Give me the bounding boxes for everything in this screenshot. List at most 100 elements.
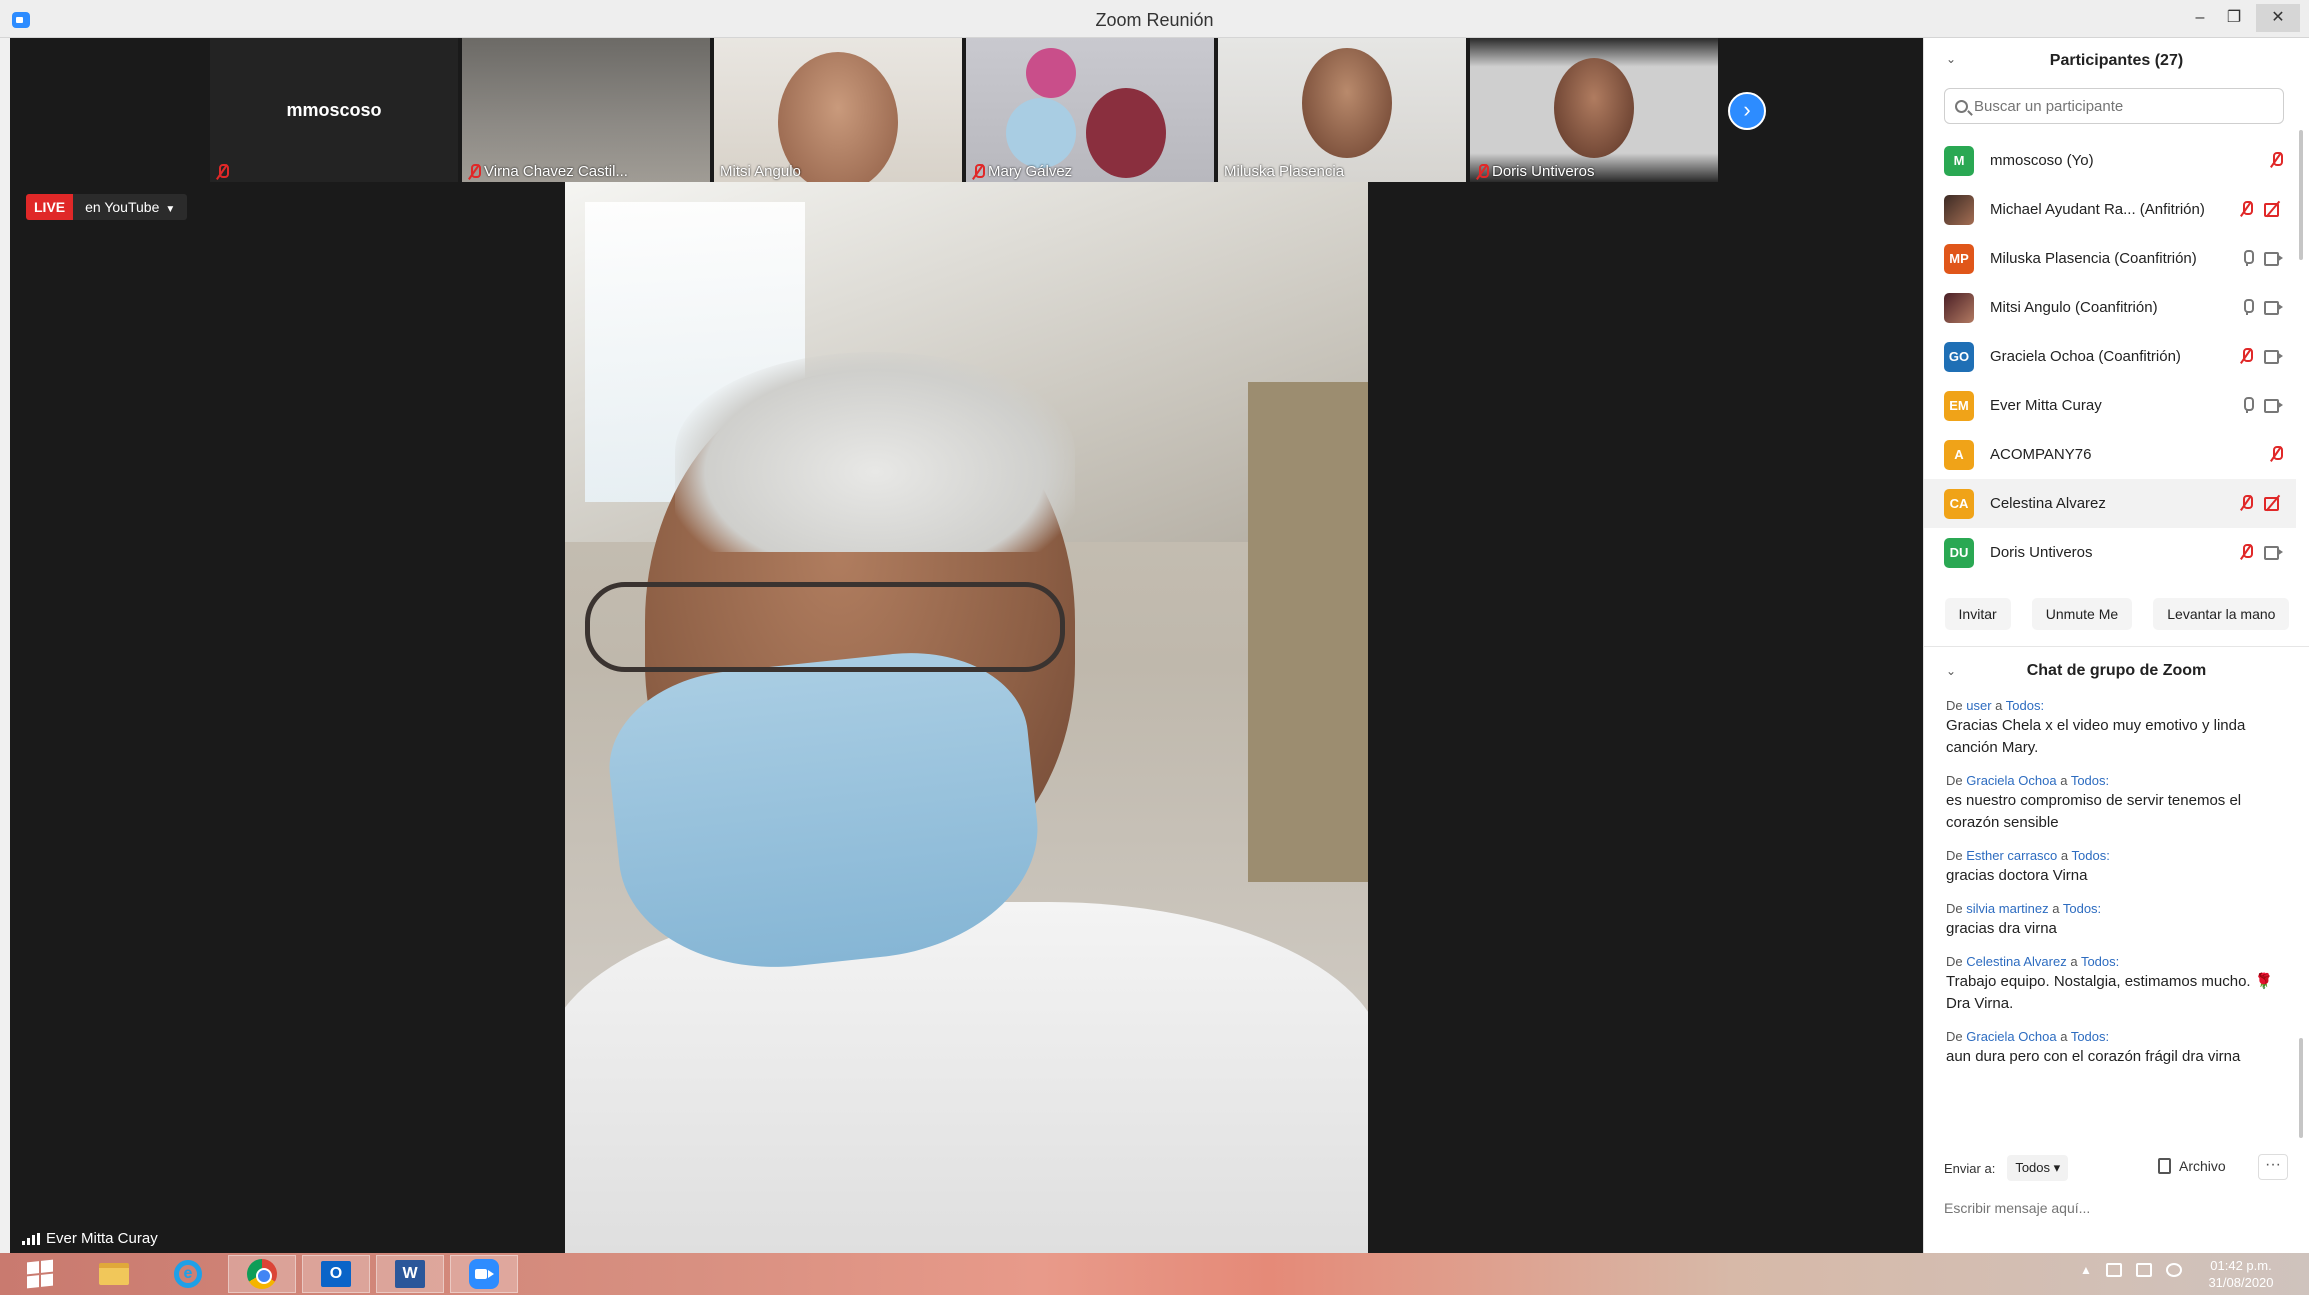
- video-stage: mmoscoso Virna Chavez Castil... Mitsi An…: [10, 38, 1923, 1253]
- participant-row[interactable]: CA Celestina Alvarez: [1924, 479, 2296, 528]
- clock-time: 01:42 p.m.: [2210, 1258, 2272, 1273]
- participant-row[interactable]: Michael Ayudant Ra... (Anfitrión): [1924, 185, 2296, 234]
- message-sender[interactable]: silvia martinez: [1966, 901, 2048, 916]
- taskbar-file-explorer[interactable]: [80, 1255, 148, 1293]
- participant-status: [2240, 544, 2283, 560]
- participant-name: mmoscoso (Yo): [1990, 152, 2094, 169]
- chat-message-input[interactable]: [1944, 1188, 2284, 1228]
- participant-name: Mary Gálvez: [988, 163, 1073, 180]
- message-text: es nuestro compromiso de servir tenemos …: [1946, 792, 2242, 831]
- participant-row[interactable]: GO Graciela Ochoa (Coanfitrión): [1924, 332, 2296, 381]
- taskbar-word[interactable]: W: [376, 1255, 444, 1293]
- thumbnail-doris[interactable]: Doris Untiveros: [1470, 38, 1718, 182]
- camera-icon: [2264, 252, 2283, 266]
- thumbnail-mitsi[interactable]: Mitsi Angulo: [714, 38, 962, 182]
- message-header: De Graciela Ochoa a Todos:: [1946, 1029, 2276, 1044]
- participant-name: Graciela Ochoa (Coanfitrión): [1990, 348, 2181, 365]
- live-destination[interactable]: en YouTube ▼: [73, 194, 188, 220]
- thumbnail-label: Doris Untiveros: [1476, 163, 1595, 180]
- participant-name: Miluska Plasencia (Coanfitrión): [1990, 250, 2197, 267]
- participant-face: [1302, 48, 1392, 158]
- participant-face: [1554, 58, 1634, 158]
- chat-title: Chat de grupo de Zoom: [2026, 662, 2207, 679]
- avatar: GO: [1944, 341, 1974, 372]
- message-text: Gracias Chela x el video muy emotivo y l…: [1946, 717, 2246, 756]
- camera-icon: [2264, 301, 2283, 315]
- thumbnail-virna[interactable]: Virna Chavez Castil...: [462, 38, 710, 182]
- participant-name: Ever Mitta Curay: [1990, 397, 2102, 414]
- chat-message: De Esther carrasco a Todos: gracias doct…: [1946, 848, 2276, 887]
- participant-search[interactable]: [1944, 88, 2284, 124]
- participant-name: Mitsi Angulo (Coanfitrión): [1990, 299, 2158, 316]
- taskbar-outlook[interactable]: O: [302, 1255, 370, 1293]
- maximize-button[interactable]: ❐: [2212, 4, 2256, 32]
- from-prefix: De: [1946, 1029, 1963, 1044]
- mic-muted-icon: [468, 163, 481, 180]
- thumbnail-mary[interactable]: Mary Gálvez: [966, 38, 1214, 182]
- chat-scrollbar[interactable]: [2299, 1038, 2303, 1138]
- participant-row[interactable]: M mmoscoso (Yo): [1924, 136, 2296, 185]
- participants-header: ⌄ Participantes (27): [1924, 52, 2309, 76]
- tray-expand-icon[interactable]: ▲: [2080, 1263, 2092, 1277]
- signal-strength-icon: [22, 1232, 40, 1245]
- collapse-icon[interactable]: ⌄: [1946, 52, 1956, 66]
- unmute-me-button[interactable]: Unmute Me: [2031, 598, 2133, 630]
- file-label: Archivo: [2179, 1158, 2226, 1174]
- mic-muted-icon: [1476, 163, 1489, 180]
- taskbar-chrome[interactable]: [228, 1255, 296, 1293]
- taskbar-internet-explorer[interactable]: e: [154, 1255, 222, 1293]
- live-stream-badge[interactable]: LIVE en YouTube ▼: [26, 194, 188, 220]
- thumbnail-label: Mary Gálvez: [972, 163, 1072, 180]
- avatar: MP: [1944, 243, 1974, 274]
- message-recipient[interactable]: Todos:: [2081, 954, 2119, 969]
- participants-scrollbar[interactable]: [2299, 130, 2303, 260]
- mic-muted-icon: [2240, 348, 2253, 364]
- collapse-icon[interactable]: ⌄: [1946, 664, 1956, 678]
- message-sender[interactable]: user: [1966, 698, 1991, 713]
- camera-icon: [2264, 350, 2283, 364]
- message-sender[interactable]: Esther carrasco: [1966, 848, 2057, 863]
- message-sender[interactable]: Graciela Ochoa: [1966, 1029, 2056, 1044]
- message-text: gracias dra virna: [1946, 920, 2057, 937]
- message-recipient[interactable]: Todos:: [2006, 698, 2044, 713]
- camera-off-icon: [2264, 202, 2282, 217]
- participant-row[interactable]: DU Doris Untiveros: [1924, 528, 2296, 577]
- volume-icon[interactable]: [2165, 1263, 2182, 1277]
- recipient-dropdown[interactable]: Todos ▾: [2007, 1155, 2069, 1181]
- message-sender[interactable]: Celestina Alvarez: [1966, 954, 2066, 969]
- thumbnail-mmoscoso[interactable]: mmoscoso: [210, 38, 458, 182]
- close-button[interactable]: ✕: [2256, 4, 2300, 32]
- thumbnail-miluska[interactable]: Miluska Plasencia: [1218, 38, 1466, 182]
- thumbnail-strip: mmoscoso Virna Chavez Castil... Mitsi An…: [210, 38, 1718, 182]
- participant-row[interactable]: EM Ever Mitta Curay: [1924, 381, 2296, 430]
- mic-icon: [2242, 299, 2254, 315]
- send-to-label: Enviar a:: [1944, 1160, 1996, 1176]
- message-header: De Graciela Ochoa a Todos:: [1946, 773, 2276, 788]
- taskbar-zoom[interactable]: [450, 1255, 518, 1293]
- message-header: De silvia martinez a Todos:: [1946, 901, 2276, 916]
- search-input[interactable]: [1974, 97, 2264, 115]
- message-sender[interactable]: Graciela Ochoa: [1966, 773, 2056, 788]
- start-button[interactable]: [6, 1255, 74, 1293]
- next-page-button[interactable]: ›: [1728, 92, 1766, 130]
- message-recipient[interactable]: Todos:: [2071, 773, 2109, 788]
- invite-button[interactable]: Invitar: [1944, 598, 2011, 630]
- participant-row[interactable]: MP Miluska Plasencia (Coanfitrión): [1924, 234, 2296, 283]
- window-border: [0, 38, 10, 1253]
- more-options-button[interactable]: ···: [2258, 1154, 2288, 1180]
- word-icon: W: [395, 1260, 425, 1288]
- chevron-down-icon: ▼: [165, 204, 176, 215]
- raise-hand-button[interactable]: Levantar la mano: [2153, 598, 2290, 630]
- participant-row[interactable]: Mitsi Angulo (Coanfitrión): [1924, 283, 2296, 332]
- message-recipient[interactable]: Todos:: [2063, 901, 2101, 916]
- clock-date: 31/08/2020: [2208, 1275, 2274, 1290]
- to-prefix: a: [2060, 773, 2068, 788]
- participant-row[interactable]: A ACOMPANY76: [1924, 430, 2296, 479]
- mic-muted-icon: [2240, 495, 2253, 511]
- file-button[interactable]: Archivo: [2158, 1158, 2226, 1174]
- system-clock[interactable]: 01:42 p.m. 31/08/2020: [2196, 1257, 2286, 1291]
- display-icon[interactable]: [2135, 1263, 2152, 1277]
- message-recipient[interactable]: Todos:: [2072, 848, 2110, 863]
- network-icon[interactable]: [2105, 1263, 2122, 1277]
- message-recipient[interactable]: Todos:: [2071, 1029, 2109, 1044]
